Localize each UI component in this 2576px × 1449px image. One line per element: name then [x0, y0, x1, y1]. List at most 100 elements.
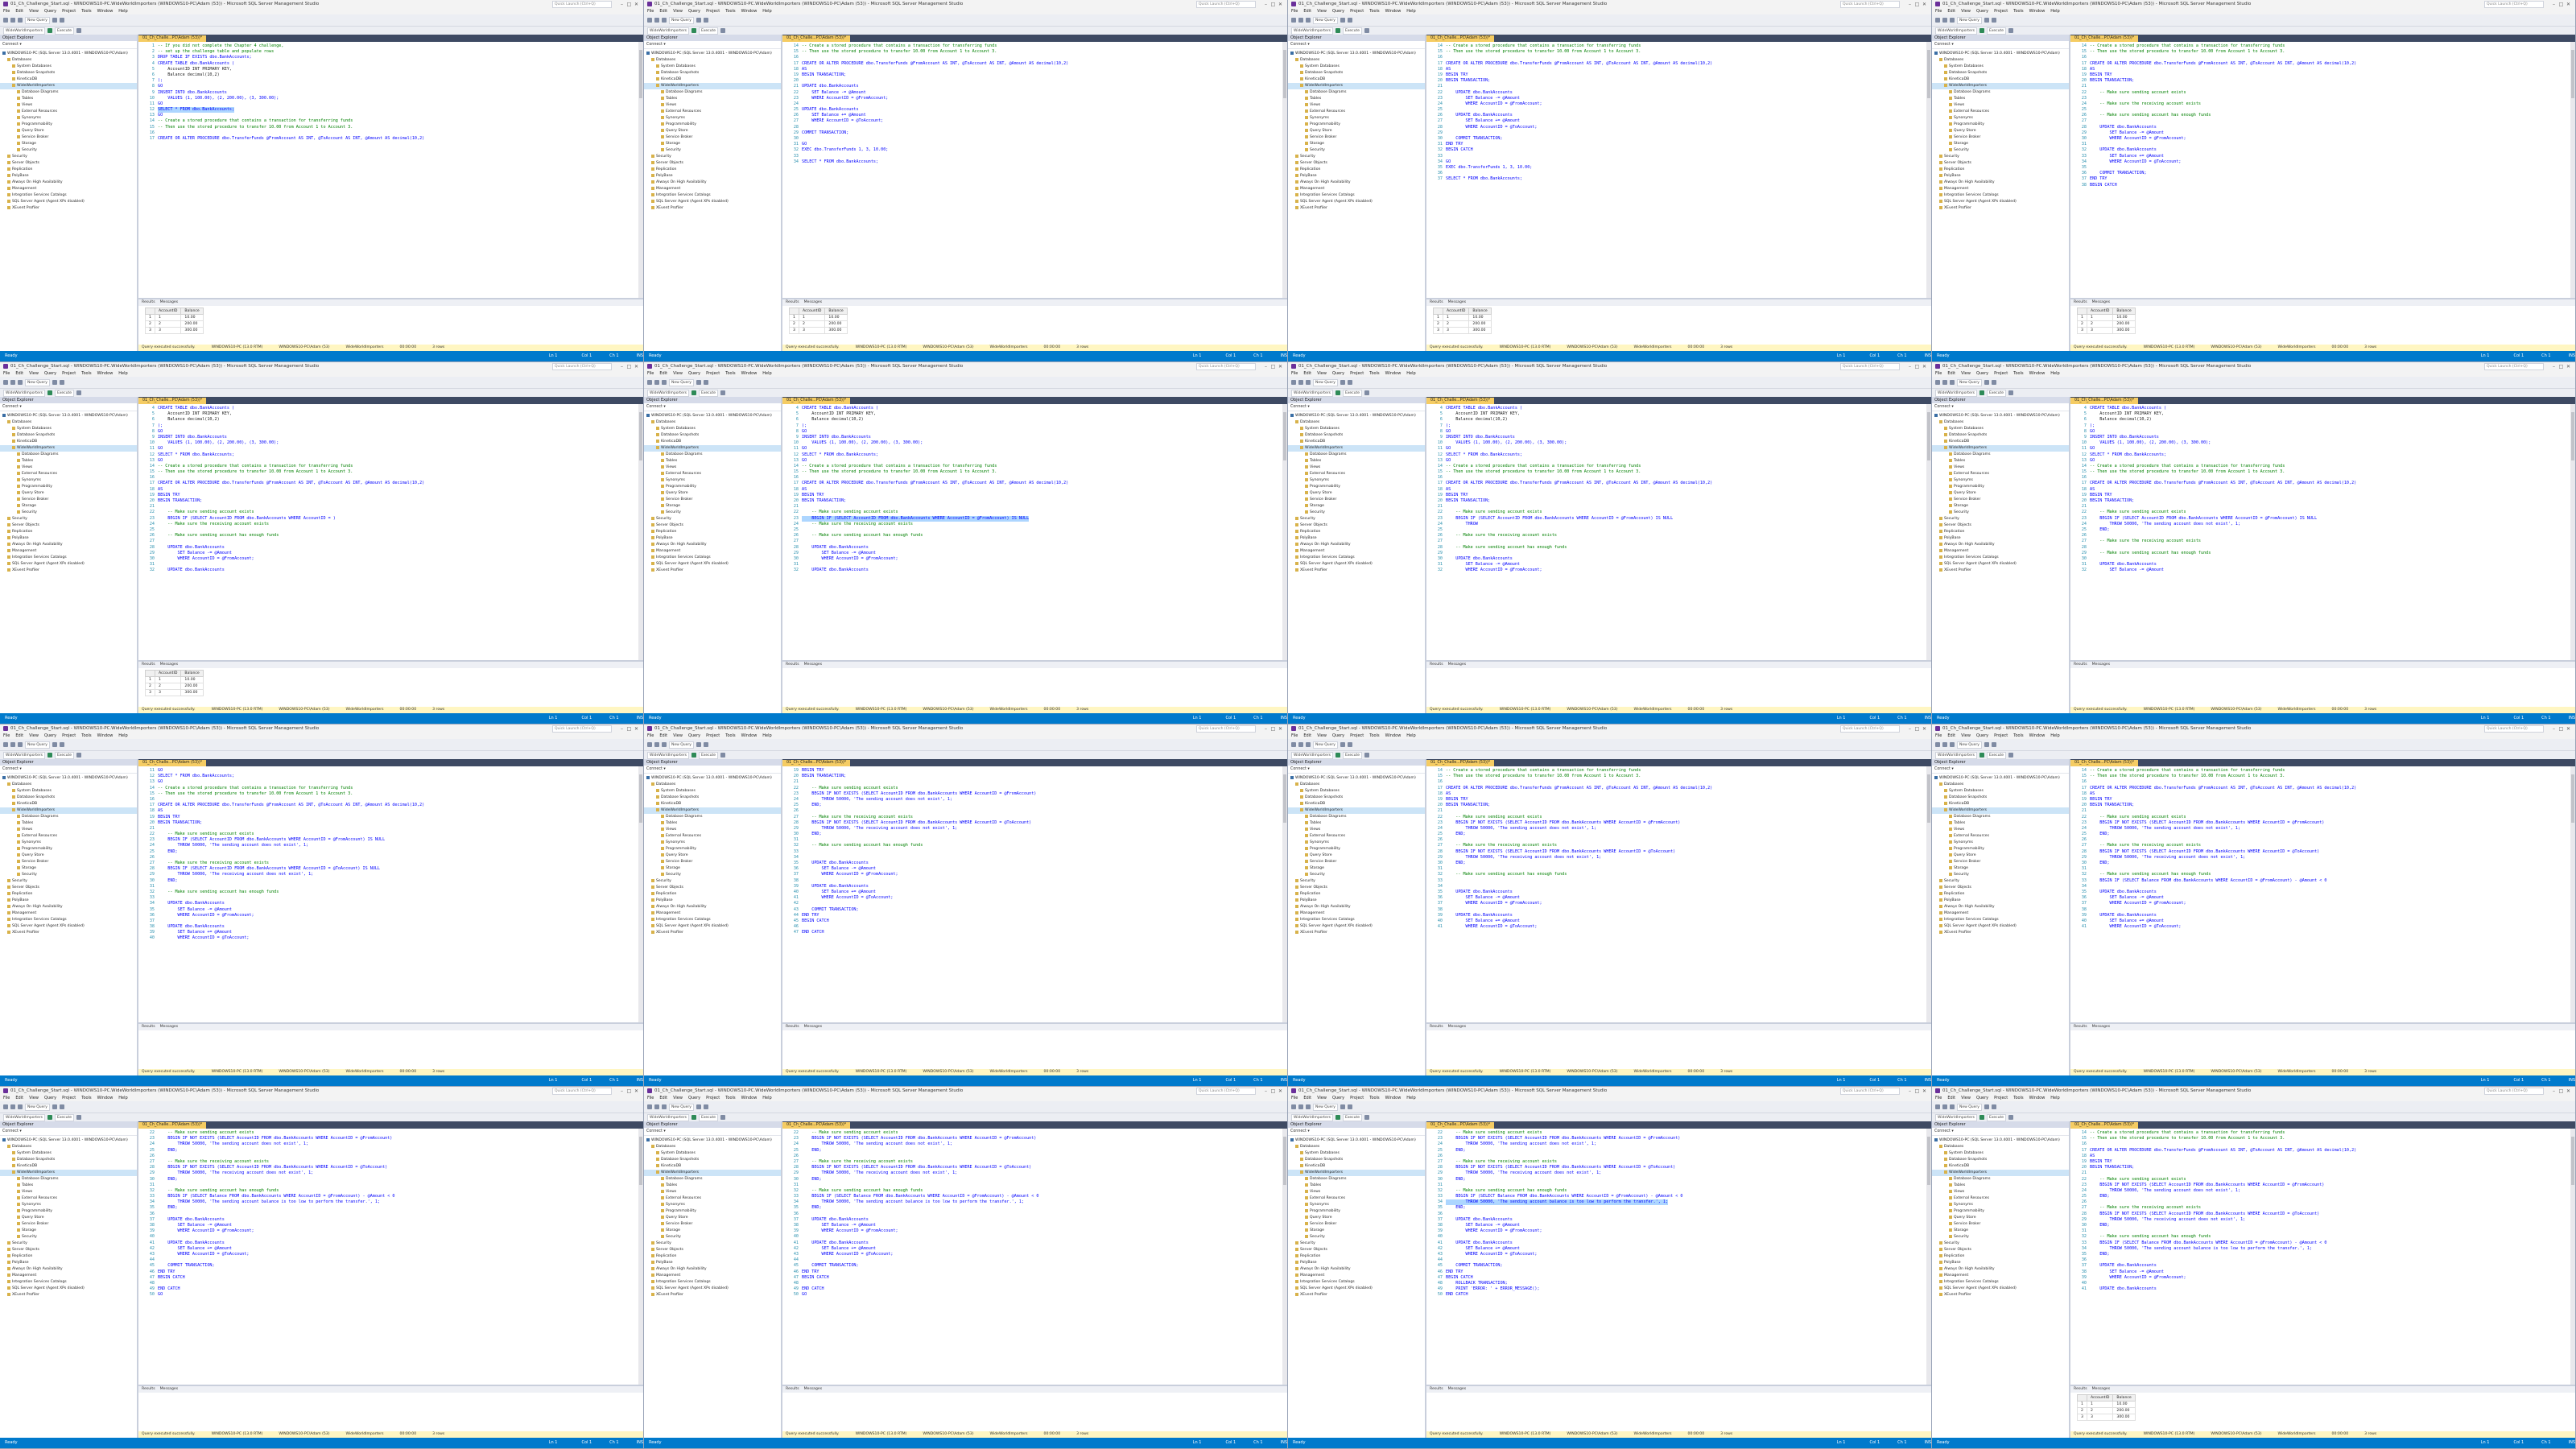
- code-line[interactable]: 15 -- Then use the stored procedure to tr…: [1426, 774, 1926, 779]
- undo-icon[interactable]: [696, 18, 701, 23]
- tree-node[interactable]: Always On High Availability: [1288, 904, 1425, 910]
- menu-item-edit[interactable]: Edit: [659, 9, 667, 14]
- code-line[interactable]: 22 -- Make sure sending account exists: [1426, 1130, 1926, 1136]
- tree-node[interactable]: Server Objects: [0, 160, 137, 167]
- forward-icon[interactable]: [1298, 18, 1303, 23]
- undo-icon[interactable]: [1984, 18, 1989, 23]
- tree-node[interactable]: WideWorldImporters: [1288, 1170, 1425, 1176]
- tree-node[interactable]: Database Diagrams: [644, 452, 781, 458]
- menu-item-window[interactable]: Window: [741, 1096, 758, 1100]
- tree-node[interactable]: External Resources: [0, 471, 137, 477]
- code-line[interactable]: 6 Balance decimal(10,2): [1426, 417, 1926, 423]
- back-icon[interactable]: [1935, 742, 1940, 747]
- menu-item-help[interactable]: Help: [1406, 9, 1415, 14]
- code-line[interactable]: 29 SET Balance -= @Amount: [782, 551, 1282, 556]
- tree-node[interactable]: Server Objects: [1288, 160, 1425, 167]
- connect-button[interactable]: Connect ▾: [1932, 1128, 2069, 1136]
- tree-node[interactable]: Management: [1288, 548, 1425, 555]
- code-line[interactable]: 18 AS: [138, 487, 638, 493]
- code-line[interactable]: 46 END TRY: [782, 1269, 1282, 1275]
- tree-node[interactable]: Management: [1932, 910, 2069, 917]
- code-line[interactable]: 16: [1426, 55, 1926, 60]
- scrollbar-thumb[interactable]: [639, 774, 642, 823]
- tree-node[interactable]: External Resources: [1932, 109, 2069, 115]
- close-icon[interactable]: ✕: [633, 1088, 640, 1094]
- results-tab-results[interactable]: Results: [786, 1386, 799, 1393]
- code-line[interactable]: 38 SET Balance -= @Amount: [782, 1223, 1282, 1228]
- table-row[interactable]: 3 3 300.00: [145, 689, 204, 696]
- tree-node[interactable]: Programmability: [0, 846, 137, 852]
- query-tab[interactable]: 01_Ch_Challe...PC\Adam (53))*: [1426, 1122, 1495, 1129]
- code-line[interactable]: 36 WHERE AccountID = @FromAccount;: [138, 913, 638, 919]
- execute-button[interactable]: Execute: [55, 389, 75, 397]
- quick-launch-input[interactable]: Quick Launch (Ctrl+Q): [1196, 724, 1256, 733]
- execute-icon[interactable]: [1335, 390, 1341, 395]
- code-line[interactable]: 22 -- Make sure sending account exists: [138, 510, 638, 515]
- tree-node[interactable]: KineticaDB: [0, 1163, 137, 1170]
- table-cell[interactable]: 1: [2086, 1401, 2114, 1408]
- menu-item-query[interactable]: Query: [44, 371, 56, 376]
- code-line[interactable]: 17 CREATE OR ALTER PROCEDURE dbo.Transfer…: [138, 803, 638, 808]
- code-line[interactable]: 24 THROW: [1426, 522, 1926, 527]
- tree-node[interactable]: Management: [1932, 186, 2069, 192]
- code-area[interactable]: 4 CREATE TABLE dbo.BankAccounts (5 Accoun…: [782, 404, 1282, 660]
- tree-node[interactable]: Databases: [1932, 419, 2069, 426]
- tree-node[interactable]: Replication: [0, 167, 137, 173]
- undo-icon[interactable]: [1984, 742, 1989, 747]
- code-line[interactable]: 35 END;: [782, 1205, 1282, 1211]
- code-line[interactable]: 44: [1426, 1257, 1926, 1263]
- tree-node[interactable]: KineticaDB: [1932, 76, 2069, 83]
- tree-node[interactable]: Views: [0, 464, 137, 471]
- tree-node[interactable]: Always On High Availability: [644, 542, 781, 548]
- code-line[interactable]: 31 SET Balance -= @Amount: [1426, 562, 1926, 568]
- code-line[interactable]: 20 BEGIN TRANSACTION;: [2070, 803, 2570, 808]
- code-line[interactable]: 20 BEGIN TRANSACTION;: [138, 498, 638, 504]
- back-icon[interactable]: [3, 380, 8, 385]
- execute-icon[interactable]: [691, 753, 697, 758]
- execute-icon[interactable]: [1979, 1115, 1985, 1120]
- execute-icon[interactable]: [47, 28, 53, 33]
- menu-item-window[interactable]: Window: [97, 371, 114, 376]
- query-tab[interactable]: 01_Ch_Challe...PC\Adam (53))*: [1426, 760, 1495, 766]
- save-icon[interactable]: [1950, 1104, 1955, 1109]
- tree-node[interactable]: Security: [644, 147, 781, 154]
- save-icon[interactable]: [18, 1104, 23, 1109]
- results-tab-results[interactable]: Results: [142, 662, 155, 668]
- new-query-button[interactable]: New Query: [669, 741, 694, 749]
- tree-node[interactable]: KineticaDB: [0, 76, 137, 83]
- code-area[interactable]: 22 -- Make sure sending account exists 23…: [782, 1129, 1282, 1385]
- tree-node[interactable]: External Resources: [644, 109, 781, 115]
- column-header[interactable]: Balance: [180, 308, 204, 315]
- tree-node[interactable]: Programmability: [1932, 484, 2069, 490]
- code-line[interactable]: 12 SELECT * FROM dbo.BankAccounts;: [138, 774, 638, 779]
- code-line[interactable]: 16: [138, 475, 638, 481]
- execute-button[interactable]: Execute: [1987, 1113, 2007, 1121]
- menu-item-file[interactable]: File: [1291, 9, 1298, 14]
- code-line[interactable]: 16: [1426, 779, 1926, 785]
- code-line[interactable]: 34: [782, 855, 1282, 861]
- execute-button[interactable]: Execute: [1343, 389, 1363, 397]
- tree-node[interactable]: Programmability: [1288, 846, 1425, 852]
- tree-node[interactable]: Server Objects: [1288, 522, 1425, 529]
- undo-icon[interactable]: [1340, 1104, 1345, 1109]
- code-line[interactable]: 19 BEGIN TRY: [138, 815, 638, 820]
- database-select[interactable]: WideWorldImporters: [647, 389, 690, 397]
- tree-node[interactable]: Query Store: [1288, 490, 1425, 497]
- menu-item-tools[interactable]: Tools: [725, 9, 735, 14]
- code-line[interactable]: 14 -- Create a stored procedure that cont…: [2070, 1130, 2570, 1136]
- query-tab[interactable]: 01_Ch_Challe...PC\Adam (53))*: [2070, 760, 2139, 766]
- code-line[interactable]: 23 WHERE AccountID = @FromAccount;: [782, 96, 1282, 101]
- menu-item-query[interactable]: Query: [44, 733, 56, 738]
- tree-node[interactable]: WINDOWS10-PC (SQL Server 13.0.4001 - WIN…: [0, 775, 137, 782]
- code-area[interactable]: 11 GO 12 SELECT * FROM dbo.BankAccounts; 13 G…: [138, 766, 638, 1022]
- table-cell[interactable]: 300.00: [2112, 327, 2136, 334]
- code-line[interactable]: 41 UPDATE dbo.BankAccounts: [782, 1241, 1282, 1246]
- code-line[interactable]: 20 BEGIN TRANSACTION;: [782, 498, 1282, 504]
- menu-item-query[interactable]: Query: [1976, 1096, 1988, 1100]
- scrollbar-thumb[interactable]: [1927, 774, 1930, 823]
- tree-node[interactable]: Database Snapshots: [644, 1157, 781, 1163]
- tree-node[interactable]: SQL Server Agent (Agent XPs disabled): [644, 923, 781, 930]
- tree-node[interactable]: Storage: [1932, 1228, 2069, 1234]
- code-line[interactable]: 50 END CATCH: [1426, 1292, 1926, 1298]
- redo-icon[interactable]: [59, 1104, 64, 1109]
